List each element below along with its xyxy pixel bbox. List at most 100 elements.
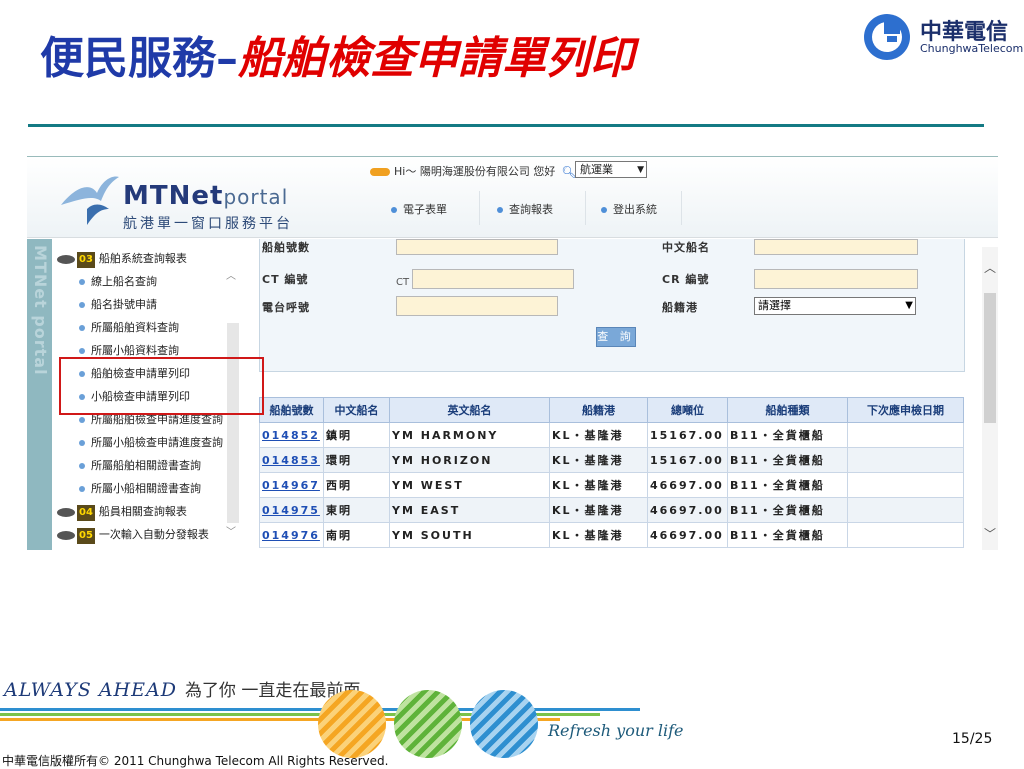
table-cell: 環明 bbox=[323, 447, 390, 473]
portal-header: MTNetportal 航港單一窗口服務平台 Hi～ 陽明海運股份有限公司 您好… bbox=[27, 157, 998, 238]
brand-name: MTNetportal bbox=[123, 181, 288, 211]
eye-icon bbox=[57, 254, 75, 264]
bullet-icon bbox=[79, 440, 85, 446]
query-form: 船舶號數 中文船名 CT 編號 CT CR 編號 電台呼號 船籍港 請選擇 ▼ … bbox=[259, 239, 965, 372]
cn-name-label: 中文船名 bbox=[662, 241, 710, 254]
column-header[interactable]: 總噸位 bbox=[647, 397, 728, 423]
bullet-icon bbox=[79, 348, 85, 354]
refresh-slogan: Refresh your life bbox=[548, 721, 684, 740]
chevron-down-icon: ▼ bbox=[637, 165, 644, 175]
arrow-icon bbox=[370, 168, 390, 176]
column-header[interactable]: 下次應申檢日期 bbox=[847, 397, 964, 423]
table-row: 014852 鎮明 YM HARMONY KL・基隆港 15167.00 B11… bbox=[259, 422, 964, 448]
ct-no-label: CT 編號 bbox=[262, 273, 309, 286]
tagline-en: ALWAYS AHEAD bbox=[4, 679, 177, 701]
sidebar-item[interactable]: 船名掛號申請 bbox=[57, 297, 157, 313]
group-number: 03 bbox=[77, 252, 95, 268]
sidebar-item[interactable]: 繚上船名查詢 bbox=[57, 274, 157, 290]
table-row: 014976 南明 YM SOUTH KL・基隆港 46697.00 B11・全… bbox=[259, 522, 964, 548]
query-button[interactable]: 查 詢 bbox=[596, 327, 636, 347]
sidebar-scroll-thumb[interactable] bbox=[227, 323, 239, 523]
ship-no-link[interactable]: 014967 bbox=[259, 472, 324, 498]
cn-name-input[interactable] bbox=[754, 239, 918, 255]
nav-item-logout[interactable]: 登出系統 bbox=[601, 201, 657, 217]
cr-no-input[interactable] bbox=[754, 269, 918, 289]
table-cell: KL・基隆港 bbox=[549, 422, 648, 448]
nav-divider bbox=[585, 191, 586, 225]
ship-no-link[interactable]: 014853 bbox=[259, 447, 324, 473]
sidebar-item[interactable]: 所屬船舶相關證書查詢 bbox=[57, 458, 201, 474]
table-cell: KL・基隆港 bbox=[549, 497, 648, 523]
table-cell: YM WEST bbox=[389, 472, 550, 498]
table-cell: 46697.00 bbox=[647, 472, 728, 498]
sidebar-group-04[interactable]: 04 船員相關查詢報表 bbox=[57, 504, 187, 521]
chevron-down-icon[interactable]: ﹀ bbox=[984, 525, 996, 542]
role-select-value: 航運業 bbox=[580, 163, 613, 176]
table-cell: 東明 bbox=[323, 497, 390, 523]
ship-no-link[interactable]: 014852 bbox=[259, 422, 324, 448]
main-scroll-thumb[interactable] bbox=[984, 293, 996, 423]
seagull-icon bbox=[61, 176, 119, 225]
logo-name-en: ChunghwaTelecom bbox=[920, 42, 1024, 55]
sidebar-item[interactable]: 所屬小船檢查申請進度查詢 bbox=[57, 435, 223, 451]
ship-no-input[interactable] bbox=[396, 239, 558, 255]
table-cell: YM SOUTH bbox=[389, 522, 550, 548]
portal-brand[interactable]: MTNetportal 航港單一窗口服務平台 bbox=[57, 165, 357, 232]
ct-no-input[interactable] bbox=[412, 269, 574, 289]
role-select[interactable]: 航運業 ▼ bbox=[575, 161, 647, 178]
sidebar-item-label: 所屬小船相關證書查詢 bbox=[91, 482, 201, 495]
table-cell: B11・全貨櫃船 bbox=[727, 497, 848, 523]
nav-divider bbox=[479, 191, 480, 225]
table-cell: 西明 bbox=[323, 472, 390, 498]
sidebar-item[interactable]: 所屬小船相關證書查詢 bbox=[57, 481, 201, 497]
brand-suffix: portal bbox=[223, 185, 289, 209]
sidebar-item-label: 所屬船舶相關證書查詢 bbox=[91, 459, 201, 472]
greeting-text: Hi～ 陽明海運股份有限公司 您好 bbox=[394, 165, 556, 178]
port-select-value: 請選擇 bbox=[758, 299, 791, 312]
nav-item-reports[interactable]: 查詢報表 bbox=[497, 201, 553, 217]
blue-ball-icon bbox=[470, 690, 538, 758]
chevron-up-icon[interactable]: ︿ bbox=[984, 259, 996, 276]
group-number: 04 bbox=[77, 505, 95, 521]
ship-no-link[interactable]: 014976 bbox=[259, 522, 324, 548]
bullet-icon bbox=[79, 279, 85, 285]
ship-no-link[interactable]: 014975 bbox=[259, 497, 324, 523]
call-sign-input[interactable] bbox=[396, 296, 558, 316]
table-cell: 15167.00 bbox=[647, 422, 728, 448]
chevron-down-icon[interactable]: ﹀ bbox=[226, 523, 236, 538]
group-label: 船舶系統查詢報表 bbox=[98, 252, 187, 265]
main-scrollbar[interactable]: ︿ ﹀ bbox=[982, 247, 998, 550]
table-cell bbox=[847, 422, 964, 448]
column-header[interactable]: 英文船名 bbox=[389, 397, 550, 423]
column-header[interactable]: 船舶種類 bbox=[727, 397, 848, 423]
column-header[interactable]: 船籍港 bbox=[549, 397, 648, 423]
cr-no-label: CR 編號 bbox=[662, 273, 710, 286]
table-cell: 46697.00 bbox=[647, 522, 728, 548]
nav-item-forms[interactable]: 電子表單 bbox=[391, 201, 447, 217]
chevron-up-icon[interactable]: ︿ bbox=[226, 267, 236, 282]
table-cell: KL・基隆港 bbox=[549, 472, 648, 498]
footer-tagline: ALWAYS AHEAD 為了你 一直走在最前面 bbox=[4, 676, 360, 706]
sidebar-item[interactable]: 所屬船舶資料查詢 bbox=[57, 320, 179, 336]
port-select[interactable]: 請選擇 ▼ bbox=[754, 297, 916, 315]
table-cell: KL・基隆港 bbox=[549, 522, 648, 548]
table-cell: 南明 bbox=[323, 522, 390, 548]
column-header[interactable]: 船舶號數 bbox=[259, 397, 324, 423]
chevron-down-icon: ▼ bbox=[905, 300, 913, 311]
sidebar-group-03[interactable]: 03 船舶系統查詢報表 bbox=[57, 251, 187, 268]
table-row: 014975 東明 YM EAST KL・基隆港 46697.00 B11・全貨… bbox=[259, 497, 964, 523]
column-header[interactable]: 中文船名 bbox=[323, 397, 390, 423]
greeting-bar: Hi～ 陽明海運股份有限公司 您好 🔍︎ bbox=[370, 163, 577, 181]
table-cell: B11・全貨櫃船 bbox=[727, 447, 848, 473]
eye-icon bbox=[57, 530, 75, 540]
nav-label: 電子表單 bbox=[403, 203, 447, 216]
green-ball-icon bbox=[394, 690, 462, 758]
portal-screenshot: MTNetportal 航港單一窗口服務平台 Hi～ 陽明海運股份有限公司 您好… bbox=[27, 156, 998, 550]
bullet-icon bbox=[601, 207, 607, 213]
table-row: 014853 環明 YM HORIZON KL・基隆港 15167.00 B11… bbox=[259, 447, 964, 473]
chunghwa-telecom-logo-icon bbox=[864, 14, 910, 60]
table-cell bbox=[847, 447, 964, 473]
title-part2: 船舶檢查申請單列印 bbox=[238, 33, 634, 84]
ct-prefix: CT bbox=[396, 277, 410, 288]
sidebar-group-05[interactable]: 05 一次輸入自動分發報表 bbox=[57, 527, 209, 544]
